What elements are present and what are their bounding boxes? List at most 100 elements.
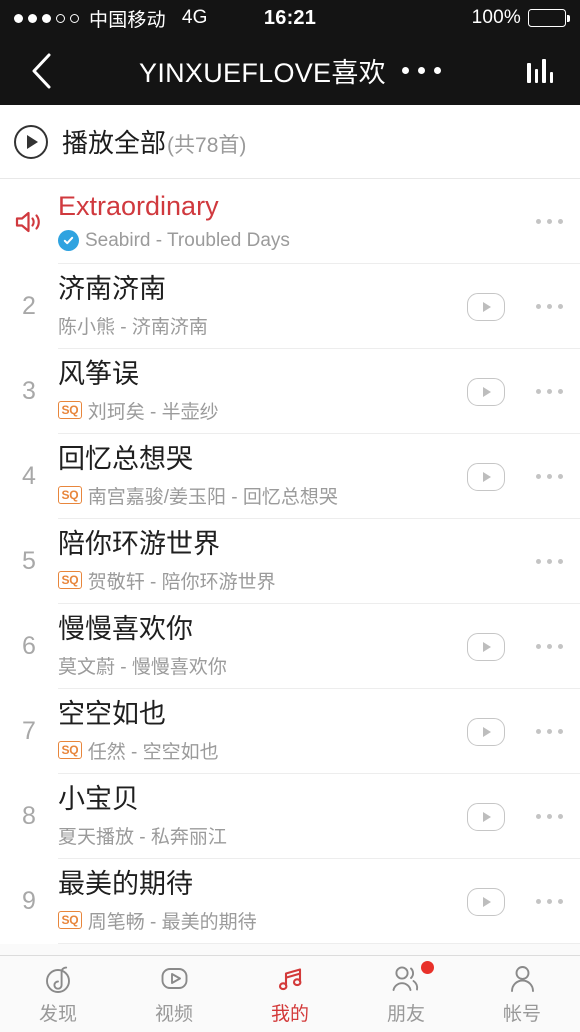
song-more-button[interactable] xyxy=(518,304,580,309)
song-title: 回忆总想哭 xyxy=(58,443,193,474)
play-all-label: 播放全部 xyxy=(62,128,167,158)
song-title: 最美的期待 xyxy=(58,868,193,899)
song-artist-album: 贺敬轩 - 陪你环游世界 xyxy=(87,572,276,594)
signal-dot-empty xyxy=(56,13,65,23)
playlist-more-button[interactable] xyxy=(401,67,441,74)
video-play-icon xyxy=(159,963,190,994)
mv-play-button[interactable] xyxy=(454,462,518,491)
bottom-tab-bar: 发现 视频 我的 朋友 帐号 xyxy=(0,955,580,1032)
song-list: Extraordinary Seabird - Troubled Days 2 济南济… xyxy=(0,179,580,944)
song-index: 4 xyxy=(22,462,36,490)
song-subtitle-row: SQ 任然 - 空空如也 xyxy=(58,737,446,764)
tab-item-discover[interactable]: 发现 xyxy=(0,963,116,1026)
song-artist-album: Seabird - Troubled Days xyxy=(85,229,290,251)
song-title: Extraordinary xyxy=(58,191,219,222)
mv-play-icon xyxy=(467,377,505,406)
mv-play-icon xyxy=(467,632,505,661)
sq-quality-badge: SQ xyxy=(58,740,82,759)
song-row[interactable]: 2 济南济南陈小熊 - 济南济南 xyxy=(0,264,580,349)
song-more-button[interactable] xyxy=(518,389,580,394)
song-subtitle-row: 陈小熊 - 济南济南 xyxy=(58,312,446,339)
sq-quality-badge: SQ xyxy=(58,910,82,929)
row-divider xyxy=(58,943,580,944)
tab-label-friends: 朋友 xyxy=(386,1003,425,1025)
song-artist-album: 刘珂矣 - 半壶纱 xyxy=(87,402,219,424)
nav-bar: YINXUEFLOVE喜欢 xyxy=(0,36,580,105)
song-title: 空空如也 xyxy=(58,698,166,729)
mv-play-button[interactable] xyxy=(454,377,518,406)
song-index: 8 xyxy=(22,802,36,830)
song-row[interactable]: 6 慢慢喜欢你莫文蔚 - 慢慢喜欢你 xyxy=(0,604,580,689)
signal-strength-icon xyxy=(14,13,79,23)
song-subtitle-row: SQ 贺敬轩 - 陪你环游世界 xyxy=(58,567,446,594)
netease-music-logo-icon xyxy=(43,963,74,994)
song-subtitle-row: 夏天播放 - 私奔丽江 xyxy=(58,822,446,849)
song-more-button[interactable] xyxy=(518,899,580,904)
music-note-icon xyxy=(275,963,306,994)
notification-badge xyxy=(420,960,434,974)
song-row[interactable]: 8 小宝贝 夏天播放 - 私奔丽江 xyxy=(0,774,580,859)
song-row[interactable]: 9 最美的期待 SQ 周笔畅 - 最美的期待 xyxy=(0,859,580,944)
back-button[interactable] xyxy=(18,48,64,94)
play-all-text: 播放全部 (共78首) xyxy=(62,123,246,160)
song-row[interactable]: 4 回忆总想哭 SQ 南宫嘉骏/姜玉阳 - 回忆总想哭 xyxy=(0,434,580,519)
song-title: 风筝误 xyxy=(58,358,139,389)
song-row[interactable]: 7 空空如也 SQ 任然 - 空空如也 xyxy=(0,689,580,774)
mv-play-icon xyxy=(467,292,505,321)
song-count-label: (共78首) xyxy=(167,134,247,157)
now-playing-button[interactable] xyxy=(518,49,562,93)
song-meta: 济南济南陈小熊 - 济南济南 xyxy=(58,274,454,340)
song-meta: 慢慢喜欢你莫文蔚 - 慢慢喜欢你 xyxy=(58,614,454,680)
mv-play-button[interactable] xyxy=(454,292,518,321)
mv-play-icon xyxy=(467,887,505,916)
song-subtitle-row: Seabird - Troubled Days xyxy=(58,230,446,252)
song-more-button[interactable] xyxy=(518,474,580,479)
song-meta: 回忆总想哭 SQ 南宫嘉骏/姜玉阳 - 回忆总想哭 xyxy=(58,444,454,510)
song-more-button[interactable] xyxy=(518,559,580,564)
song-index: 6 xyxy=(22,632,36,660)
song-more-button[interactable] xyxy=(518,644,580,649)
song-artist-album: 任然 - 空空如也 xyxy=(87,742,219,764)
tab-item-friends[interactable]: 朋友 xyxy=(348,960,464,1026)
song-artist-album: 夏天播放 - 私奔丽江 xyxy=(58,827,227,849)
mv-play-icon xyxy=(467,802,505,831)
song-row[interactable]: Extraordinary Seabird - Troubled Days xyxy=(0,179,580,264)
song-artist-album: 陈小熊 - 济南济南 xyxy=(58,317,208,339)
song-more-button[interactable] xyxy=(518,219,580,224)
song-subtitle-row: SQ 刘珂矣 - 半壶纱 xyxy=(58,397,446,424)
status-bar: 中国移动 4G 16:21 100% xyxy=(0,0,580,36)
friends-icon xyxy=(390,960,434,994)
song-title: 济南济南 xyxy=(58,273,166,304)
carrier-label: 中国移动 xyxy=(89,9,166,31)
song-row[interactable]: 5 陪你环游世界 SQ 贺敬轩 - 陪你环游世界 xyxy=(0,519,580,604)
song-index: 9 xyxy=(22,887,36,915)
mv-play-button[interactable] xyxy=(454,717,518,746)
sq-quality-badge: SQ xyxy=(58,570,82,589)
song-index: 3 xyxy=(22,377,36,405)
status-bar-left: 中国移动 4G xyxy=(14,5,208,32)
song-artist-album: 莫文蔚 - 慢慢喜欢你 xyxy=(58,657,227,679)
app-root: 中国移动 4G 16:21 100% YINXUEFLOVE喜欢 播放全部 (共… xyxy=(0,0,580,1032)
song-artist-album: 南宫嘉骏/姜玉阳 - 回忆总想哭 xyxy=(87,487,338,509)
tab-item-mine[interactable]: 我的 xyxy=(232,963,348,1026)
song-more-button[interactable] xyxy=(518,814,580,819)
song-index: 2 xyxy=(22,292,36,320)
play-all-bar[interactable]: 播放全部 (共78首) xyxy=(0,105,580,179)
tab-label-account: 帐号 xyxy=(502,1003,541,1025)
song-row[interactable]: 3 风筝误 SQ 刘珂矣 - 半壶纱 xyxy=(0,349,580,434)
mv-play-button[interactable] xyxy=(454,632,518,661)
tab-item-account[interactable]: 帐号 xyxy=(464,963,580,1026)
song-index: 5 xyxy=(22,547,36,575)
signal-dot-filled xyxy=(14,13,23,23)
nav-center: YINXUEFLOVE喜欢 xyxy=(0,51,580,90)
mv-play-button[interactable] xyxy=(454,887,518,916)
song-artist-album: 周笔畅 - 最美的期待 xyxy=(87,912,257,934)
verified-badge-icon xyxy=(58,230,79,252)
song-title: 慢慢喜欢你 xyxy=(58,613,193,644)
song-more-button[interactable] xyxy=(518,729,580,734)
mv-play-button[interactable] xyxy=(454,802,518,831)
tab-label-mine: 我的 xyxy=(270,1003,309,1025)
status-bar-right: 100% xyxy=(472,7,570,29)
song-subtitle-row: 莫文蔚 - 慢慢喜欢你 xyxy=(58,652,446,679)
tab-item-video[interactable]: 视频 xyxy=(116,963,232,1026)
